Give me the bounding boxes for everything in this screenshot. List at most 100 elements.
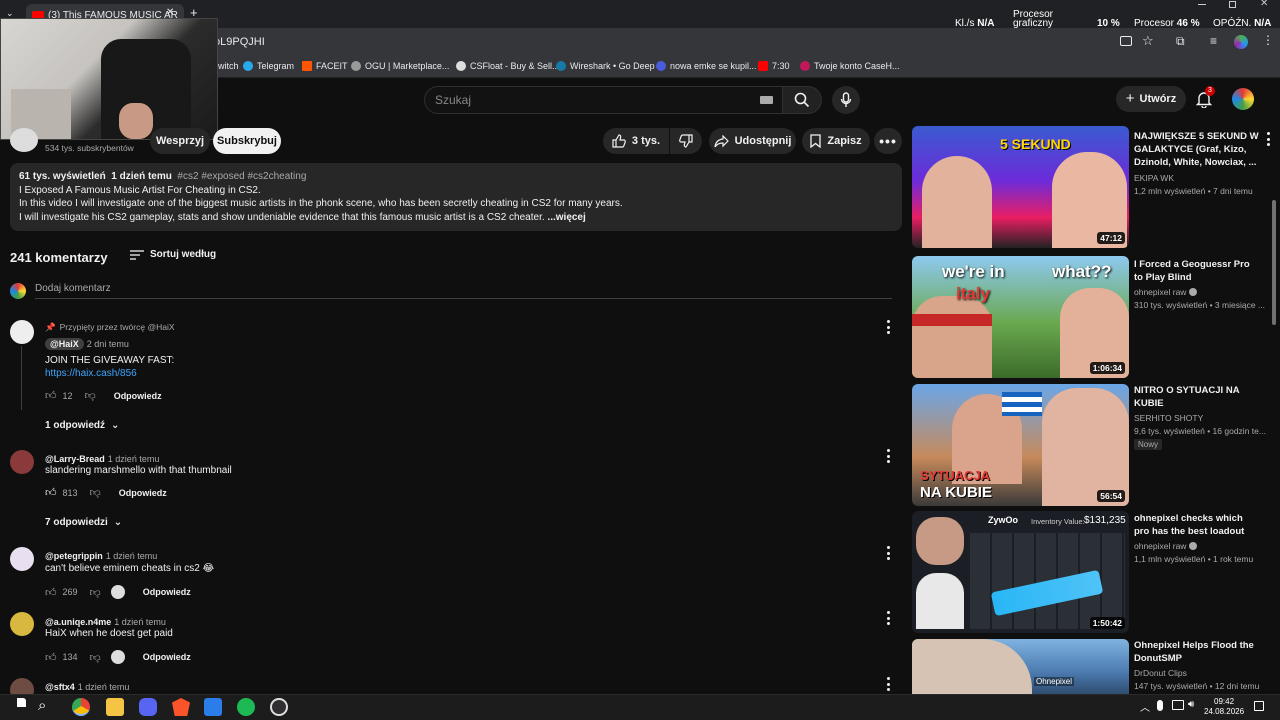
video-menu-icon[interactable] [1266, 132, 1270, 146]
save-button[interactable]: Zapisz [802, 128, 870, 154]
comment-time[interactable]: 1 dzień temu [108, 454, 160, 464]
thumbs-up-icon[interactable]: 👍︎ [45, 389, 57, 402]
tray-mic-icon[interactable] [1157, 700, 1163, 711]
video-thumbnail[interactable]: SYTUACJA NA KUBIE 56:54 [912, 384, 1129, 506]
comment-avatar[interactable] [10, 320, 34, 344]
video-title[interactable]: I Forced a Geoguessr Pro to Play Blind [1134, 258, 1260, 284]
thumbs-up-filled-icon[interactable]: 👍︎ [45, 486, 57, 499]
clock-time[interactable]: 09:42 [1214, 697, 1234, 706]
show-more-link[interactable]: ...więcej [547, 212, 585, 223]
comment-avatar[interactable] [10, 612, 34, 636]
search-button[interactable] [782, 86, 822, 114]
bookmark-star-icon[interactable]: ☆ [1142, 33, 1154, 49]
comment-menu-icon[interactable] [886, 320, 890, 334]
channel-name[interactable]: DrDonut Clips [1134, 668, 1187, 678]
channel-avatar[interactable] [10, 128, 38, 152]
comment-menu-icon[interactable] [886, 449, 890, 463]
bookmark-witch[interactable]: witch [218, 61, 239, 71]
subscribe-button[interactable]: Subskrybuj [213, 128, 281, 154]
replies-toggle[interactable]: 1 odpowiedź ⌄ [45, 420, 119, 431]
comment-avatar[interactable] [10, 450, 34, 474]
window-minimize-icon[interactable] [1198, 4, 1206, 5]
bookmark-nowa-emke[interactable]: nowa emke se kupil... [656, 61, 757, 71]
notifications-button[interactable]: 3 [1195, 86, 1215, 109]
thumbs-down-icon[interactable]: 👎︎ [90, 651, 101, 664]
window-restore-icon[interactable] [1229, 1, 1236, 8]
windows-start-icon[interactable] [8, 698, 26, 716]
video-title[interactable]: NITRO O SYTUACJI NA KUBIE [1134, 384, 1260, 410]
bookmark-ogu[interactable]: OGU | Marketplace... [351, 61, 449, 71]
creator-handle-chip[interactable]: @HaiX [45, 338, 84, 350]
video-title[interactable]: NAJWIĘKSZE 5 SEKUND W GALAKTYCE (Graf, K… [1134, 130, 1260, 169]
sidebar-scrollbar[interactable] [1272, 200, 1276, 325]
bookmark-wireshark[interactable]: Wireshark • Go Deep [556, 61, 655, 71]
file-explorer-icon[interactable] [106, 698, 124, 716]
extensions-icon[interactable]: ⧉ [1176, 34, 1185, 49]
create-button[interactable]: + Utwórz [1116, 86, 1186, 112]
keyboard-icon[interactable] [760, 96, 773, 104]
replies-toggle[interactable]: 7 odpowiedzi ⌄ [45, 517, 122, 528]
comment-menu-icon[interactable] [886, 546, 890, 560]
spotify-icon[interactable] [237, 698, 255, 716]
thumbs-down-icon[interactable]: 👎︎ [90, 486, 101, 499]
reply-button[interactable]: Odpowiedz [114, 391, 162, 401]
taskbar-search-icon[interactable]: ⌕ [38, 697, 46, 714]
channel-name[interactable]: SERHITO SHOTY [1134, 413, 1203, 423]
profile-avatar-icon[interactable] [1234, 35, 1248, 49]
account-avatar[interactable] [1232, 88, 1254, 110]
thumbs-down-icon[interactable]: 👎︎ [85, 389, 96, 402]
tab-list-chevron-icon[interactable]: ⌄ [6, 8, 16, 18]
tab-close-icon[interactable]: ✕ [166, 7, 174, 18]
share-button[interactable]: Udostępnij [709, 128, 796, 154]
video-title[interactable]: ohnepixel checks which pro has the best … [1134, 512, 1260, 538]
reading-list-icon[interactable]: ≡ [1210, 34, 1217, 48]
tray-network-icon[interactable] [1172, 700, 1184, 710]
reply-button[interactable]: Odpowiedz [119, 488, 167, 498]
like-button[interactable]: 3 tys. [603, 128, 669, 154]
comment-menu-icon[interactable] [886, 677, 890, 691]
comment-avatar[interactable] [10, 547, 34, 571]
chrome-icon[interactable] [72, 698, 90, 716]
sort-button[interactable]: Sortuj według [130, 249, 216, 260]
reply-button[interactable]: Odpowiedz [143, 652, 191, 662]
video-thumbnail[interactable]: Ohnepixel [912, 639, 1129, 694]
video-thumbnail[interactable]: ZywOo Inventory Value: $131,235 1:50:42 [912, 511, 1129, 633]
bookmark-csfloat[interactable]: CSFloat - Buy & Sell... [456, 61, 560, 71]
thumbs-down-icon[interactable]: 👎︎ [90, 586, 101, 599]
notification-center-icon[interactable] [1254, 701, 1264, 711]
video-description[interactable]: 61 tys. wyświetleń 1 dzień temu #cs2 #ex… [10, 163, 902, 231]
bookmark-caseh[interactable]: Twoje konto CaseH... [800, 61, 900, 71]
hashtags[interactable]: #cs2 #exposed #cs2cheating [177, 171, 306, 182]
install-app-icon[interactable] [1120, 36, 1132, 46]
comment-time[interactable]: 1 dzień temu [78, 682, 130, 692]
bookmark-faceit[interactable]: FACEIT [302, 61, 348, 71]
thumbs-up-icon[interactable]: 👍︎ [45, 586, 57, 599]
clock-date[interactable]: 24.08.2026 [1204, 707, 1244, 716]
support-button[interactable]: Wesprzyj [150, 128, 210, 154]
comment-handle[interactable]: @petegrippin [45, 551, 103, 561]
video-thumbnail[interactable]: we're in italy what?? 1:06:34 [912, 256, 1129, 378]
video-title[interactable]: Ohnepixel Helps Flood the DonutSMP [1134, 639, 1260, 665]
comment-menu-icon[interactable] [886, 611, 890, 625]
reply-button[interactable]: Odpowiedz [143, 587, 191, 597]
comment-handle[interactable]: @a.uniqe.n4me [45, 617, 111, 627]
channel-name[interactable]: ohnepixel raw [1134, 287, 1198, 297]
search-input[interactable]: Szukaj [424, 86, 784, 114]
comment-time[interactable]: 2 dni temu [87, 339, 129, 349]
browser-menu-icon[interactable]: ⋮ [1262, 33, 1274, 47]
add-comment-input[interactable]: Dodaj komentarz [35, 283, 892, 299]
channel-name[interactable]: EKIPA WK [1134, 173, 1174, 183]
channel-name[interactable]: ohnepixel raw [1134, 541, 1198, 551]
tray-chevron-icon[interactable]: ︿ [1140, 699, 1150, 714]
taskmanager-icon[interactable] [204, 698, 222, 716]
more-actions-button[interactable]: ••• [874, 128, 902, 154]
video-thumbnail[interactable]: 5 SEKUND 47:12 [912, 126, 1129, 248]
obs-icon[interactable] [270, 698, 288, 716]
bookmark-730[interactable]: 7:30 [758, 61, 790, 71]
comment-link[interactable]: https://haix.cash/856 [45, 368, 137, 379]
comment-time[interactable]: 1 dzień temu [106, 551, 158, 561]
dislike-button[interactable] [670, 128, 702, 154]
url-text[interactable]: oL9PQJHI [214, 36, 265, 48]
voice-search-button[interactable] [832, 86, 860, 114]
thumbs-up-icon[interactable]: 👍︎ [45, 651, 57, 664]
